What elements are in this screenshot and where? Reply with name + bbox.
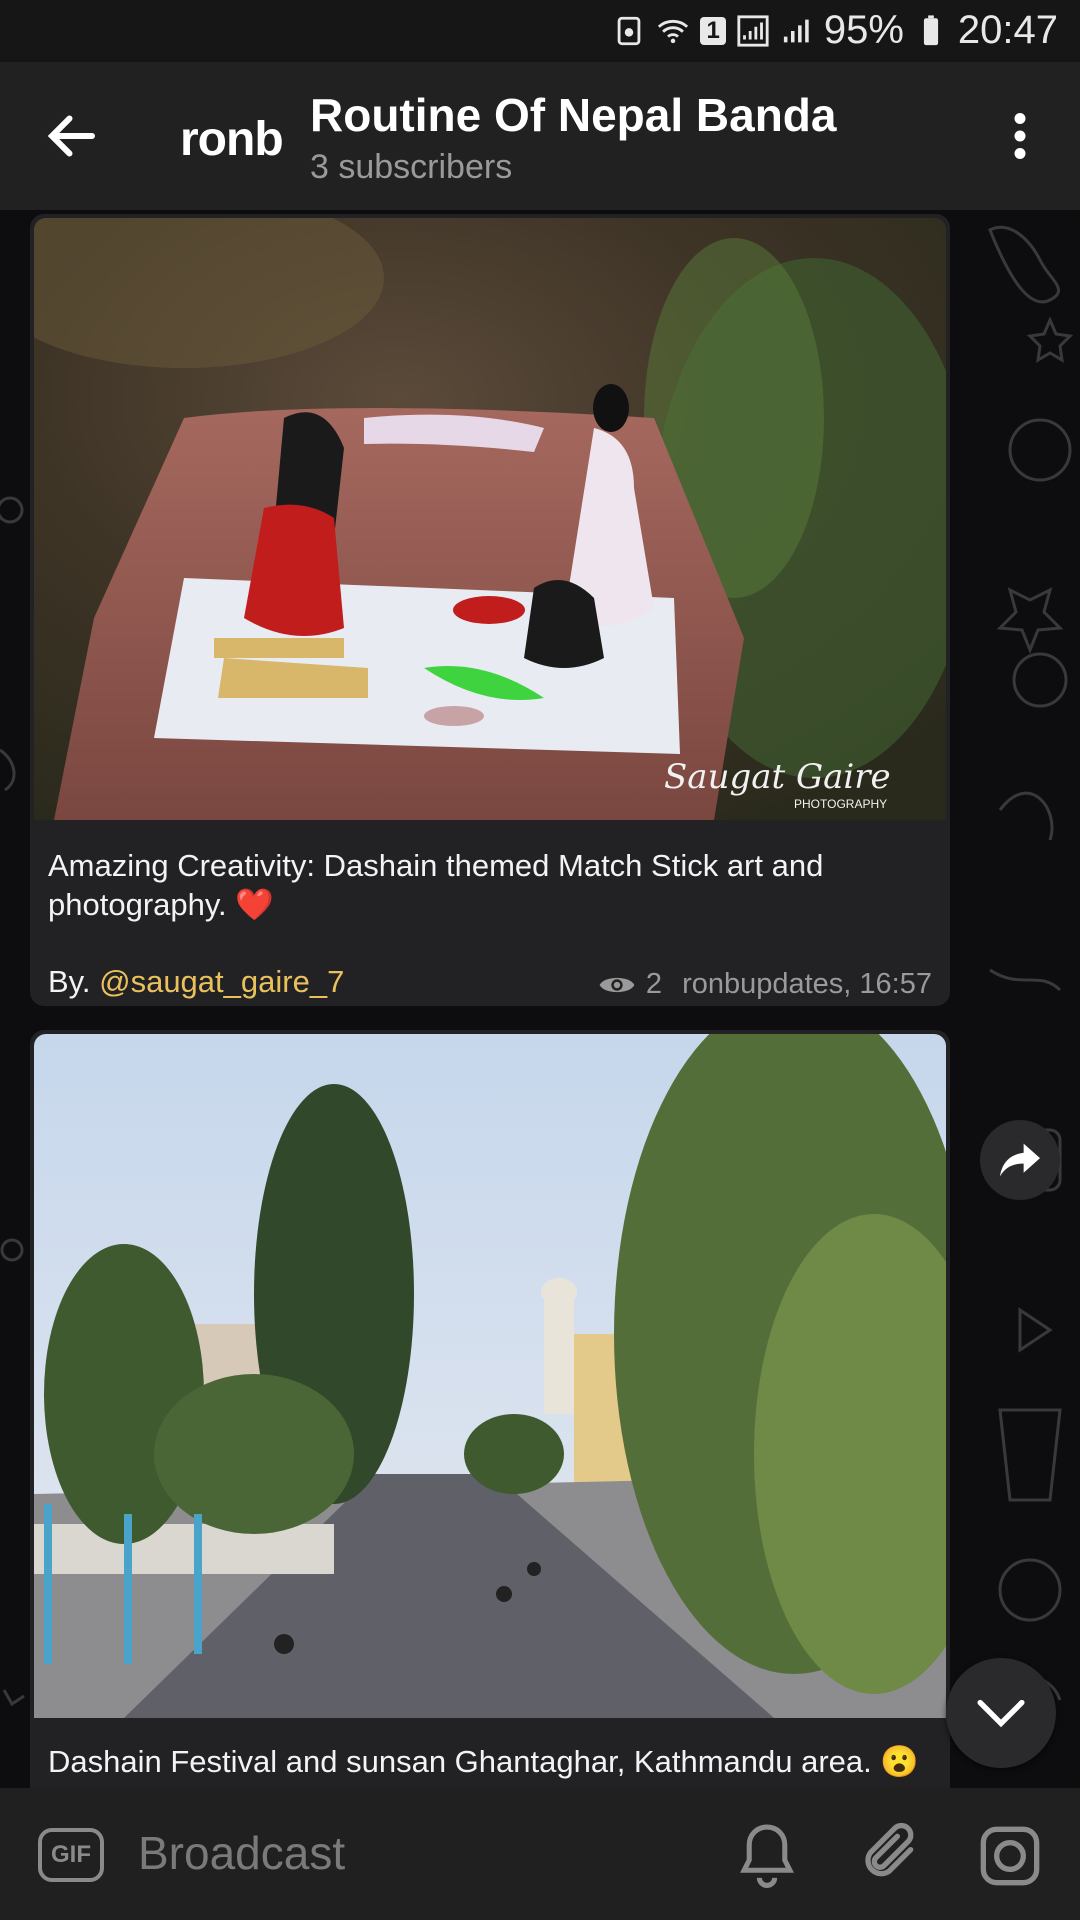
broadcast-composer: GIF Broadcast bbox=[0, 1788, 1080, 1920]
post-meta: 2 ronbupdates, 16:57 bbox=[598, 968, 932, 1001]
post-author-time: ronbupdates, 16:57 bbox=[682, 968, 932, 1000]
back-arrow-icon[interactable] bbox=[42, 106, 102, 166]
message-list[interactable]: Saugat Gaire PHOTOGRAPHY Amazing Creativ… bbox=[0, 210, 1080, 1788]
battery-icon bbox=[923, 14, 938, 45]
byline-prefix: By. bbox=[48, 964, 100, 999]
scroll-to-bottom-button[interactable] bbox=[946, 1658, 1056, 1768]
subscriber-count: 3 subscribers bbox=[310, 148, 513, 186]
channel-header: ronb Routine Of Nepal Banda 3 subscriber… bbox=[0, 62, 1080, 210]
mention-link[interactable]: @saugat_gaire_7 bbox=[99, 964, 344, 999]
battery-level: 95% bbox=[823, 8, 904, 52]
background-doodle-icon bbox=[0, 496, 25, 1707]
post-photo-ghantaghar[interactable] bbox=[34, 1034, 946, 1718]
clock: 20:47 bbox=[957, 8, 1058, 52]
post-caption: Amazing Creativity: Dashain themed Match… bbox=[48, 848, 824, 922]
channel-post[interactable]: Saugat Gaire PHOTOGRAPHY Amazing Creativ… bbox=[30, 214, 950, 1006]
photo-watermark-sub: PHOTOGRAPHY bbox=[794, 797, 887, 811]
view-count: 2 bbox=[645, 968, 663, 1000]
gif-button[interactable]: GIF bbox=[38, 1828, 104, 1882]
background-doodle-icon bbox=[988, 225, 1074, 1701]
views-eye-icon bbox=[599, 977, 635, 992]
signal-bars-icon bbox=[783, 19, 809, 42]
attach-paperclip-icon[interactable] bbox=[860, 1820, 924, 1890]
bell-icon[interactable] bbox=[736, 1822, 798, 1888]
chevron-down-icon bbox=[977, 1699, 1025, 1728]
share-button[interactable] bbox=[980, 1120, 1060, 1200]
sim-badge: 1 bbox=[700, 16, 726, 45]
channel-title[interactable]: Routine Of Nepal Banda bbox=[310, 88, 836, 142]
share-arrow-icon bbox=[1000, 1143, 1040, 1177]
wifi-icon bbox=[658, 19, 689, 43]
post-photo-matchstick-art[interactable]: Saugat Gaire PHOTOGRAPHY bbox=[34, 218, 946, 820]
sim-lock-icon bbox=[618, 16, 641, 45]
broadcast-input[interactable]: Broadcast bbox=[138, 1826, 345, 1880]
post-caption: Dashain Festival and sunsan Ghantaghar, … bbox=[48, 1744, 919, 1779]
status-bar: 1 95% 20:47 bbox=[0, 0, 1080, 62]
channel-post[interactable]: Dashain Festival and sunsan Ghantaghar, … bbox=[30, 1030, 950, 1788]
photo-watermark: Saugat Gaire bbox=[664, 757, 891, 797]
camera-icon[interactable] bbox=[978, 1824, 1042, 1888]
post-byline: By. @saugat_gaire_7 bbox=[48, 964, 344, 1000]
signal-icon bbox=[737, 14, 769, 47]
more-options-icon[interactable] bbox=[990, 106, 1050, 166]
channel-avatar-logo[interactable]: ronb bbox=[180, 112, 284, 167]
